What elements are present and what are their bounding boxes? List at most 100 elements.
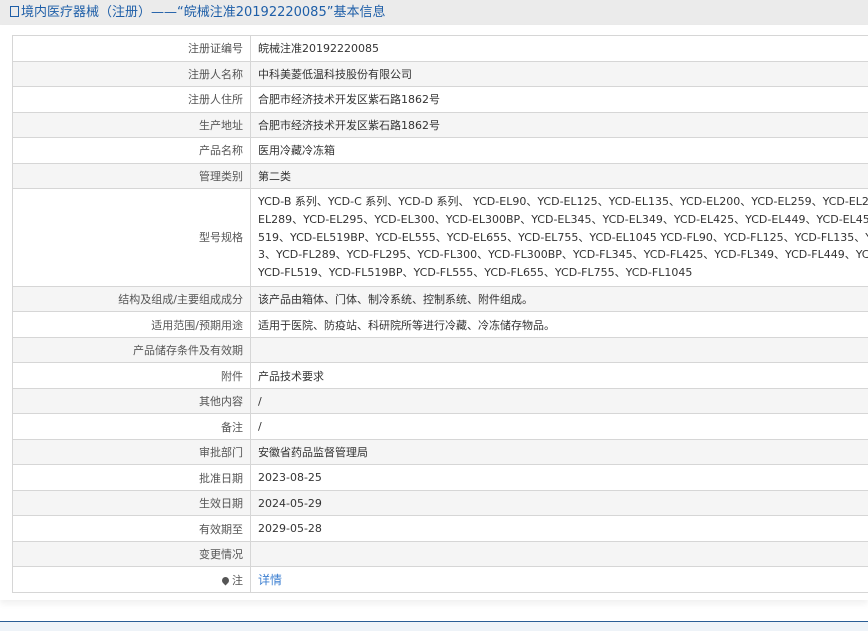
row-label-text: 其他内容 [199,395,243,408]
info-table: 注册证编号皖械注准20192220085注册人名称中科美菱低温科技股份有限公司注… [12,35,868,593]
row-value: YCD-B 系列、YCD-C 系列、YCD-D 系列、 YCD-EL90、YCD… [251,189,868,287]
row-label-text: 管理类别 [199,170,243,183]
row-value [251,541,868,567]
row-label-text: 生效日期 [199,497,243,510]
table-row: 注册人住所 合肥市经济技术开发区紫石路1862号 [13,87,868,113]
table-row: 适用范围/预期用途 适用于医院、防疫站、科研院所等进行冷藏、冷冻储存物品。 [13,312,868,338]
table-row: 备注 / [13,414,868,440]
row-value-text: 该产品由箱体、门体、制冷系统、控制系统、附件组成。 [258,293,533,306]
model-line: YCD-FL519、YCD-FL519BP、YCD-FL555、YCD-FL65… [258,264,868,282]
info-panel: 注册证编号皖械注准20192220085注册人名称中科美菱低温科技股份有限公司注… [0,25,868,600]
row-label-text: 产品名称 [199,144,243,157]
row-label: 型号规格 [13,189,251,287]
table-row: 生效日期 2024-05-29 [13,490,868,516]
table-row: 产品名称 医用冷藏冷冻箱 [13,138,868,164]
row-label-text: 备注 [221,421,243,434]
row-label-text: 注册人名称 [188,68,243,81]
row-label: 产品名称 [13,138,251,164]
row-value: 合肥市经济技术开发区紫石路1862号 [251,112,868,138]
table-row: 型号规格 YCD-B 系列、YCD-C 系列、YCD-D 系列、 YCD-EL90… [13,189,868,287]
row-value-text: 适用于医院、防疫站、科研院所等进行冷藏、冷冻储存物品。 [258,319,555,332]
row-label-text: 批准日期 [199,472,243,485]
model-line: YCD-B 系列、YCD-C 系列、YCD-D 系列、 YCD-EL90、YCD… [258,193,868,211]
row-label-text: 有效期至 [199,523,243,536]
row-value: / [251,414,868,440]
row-label-text: 审批部门 [199,446,243,459]
row-value-text: 2024-05-29 [258,497,322,510]
row-value-text: 合肥市经济技术开发区紫石路1862号 [258,93,440,106]
row-value: 产品技术要求 [251,363,868,389]
table-row: 注册人名称 中科美菱低温科技股份有限公司 [13,61,868,87]
row-value: 适用于医院、防疫站、科研院所等进行冷藏、冷冻储存物品。 [251,312,868,338]
row-label: 适用范围/预期用途 [13,312,251,338]
table-row: 批准日期 2023-08-25 [13,465,868,491]
row-label-text: 产品储存条件及有效期 [133,344,243,357]
row-value: 合肥市经济技术开发区紫石路1862号 [251,87,868,113]
model-line: 519、YCD-EL519BP、YCD-EL555、YCD-EL655、YCD-… [258,229,868,247]
row-label: 注册证编号 [13,36,251,62]
row-label-text: 型号规格 [199,231,243,244]
row-label: 审批部门 [13,439,251,465]
page-header: 境内医疗器械（注册）——“皖械注准20192220085”基本信息 [0,0,868,25]
row-value: 2029-05-28 [251,516,868,542]
row-value: 安徽省药品监督管理局 [251,439,868,465]
row-value: 医用冷藏冷冻箱 [251,138,868,164]
row-label: 注 [13,567,251,593]
table-row: 附件 产品技术要求 [13,363,868,389]
row-label: 结构及组成/主要组成成分 [13,286,251,312]
row-label: 附件 [13,363,251,389]
row-label-text: 注册证编号 [188,42,243,55]
row-label-text: 注册人住所 [188,93,243,106]
row-label: 生效日期 [13,490,251,516]
table-row: 产品储存条件及有效期 [13,337,868,363]
row-label-text: 适用范围/预期用途 [151,319,243,332]
row-value-text: 皖械注准20192220085 [258,42,379,55]
table-row: 变更情况 [13,541,868,567]
table-row: 生产地址 合肥市经济技术开发区紫石路1862号 [13,112,868,138]
row-value-text: 2023-08-25 [258,471,322,484]
row-label-text: 结构及组成/主要组成成分 [118,293,243,306]
row-label-text: 注 [232,574,243,587]
row-value: 皖械注准20192220085 [251,36,868,62]
row-value-text: 安徽省药品监督管理局 [258,446,368,459]
row-label-text: 生产地址 [199,119,243,132]
table-row: 注 详情 [13,567,868,593]
row-value [251,337,868,363]
details-link[interactable]: 详情 [258,573,282,587]
pin-icon [221,575,231,585]
row-value: 第二类 [251,163,868,189]
row-value-text: 中科美菱低温科技股份有限公司 [258,68,412,81]
model-line: EL289、YCD-EL295、YCD-EL300、YCD-EL300BP、YC… [258,211,868,229]
row-label: 其他内容 [13,388,251,414]
row-value: 中科美菱低温科技股份有限公司 [251,61,868,87]
row-label: 管理类别 [13,163,251,189]
row-label: 批准日期 [13,465,251,491]
row-label: 注册人名称 [13,61,251,87]
row-value-text: 合肥市经济技术开发区紫石路1862号 [258,119,440,132]
row-value: / [251,388,868,414]
row-value: 2023-08-25 [251,465,868,491]
table-row: 审批部门 安徽省药品监督管理局 [13,439,868,465]
row-value: 详情 [251,567,868,593]
row-value-text: / [258,395,262,408]
table-row: 其他内容 / [13,388,868,414]
row-label: 产品储存条件及有效期 [13,337,251,363]
row-value: 2024-05-29 [251,490,868,516]
row-label: 有效期至 [13,516,251,542]
table-row: 结构及组成/主要组成成分 该产品由箱体、门体、制冷系统、控制系统、附件组成。 [13,286,868,312]
row-label: 注册人住所 [13,87,251,113]
row-label: 备注 [13,414,251,440]
page-title: 境内医疗器械（注册）——“皖械注准20192220085”基本信息 [21,5,385,20]
row-value-text: 第二类 [258,170,291,183]
row-label-text: 变更情况 [199,548,243,561]
row-value-text: 医用冷藏冷冻箱 [258,144,335,157]
row-label: 变更情况 [13,541,251,567]
row-label-text: 附件 [221,370,243,383]
row-value-text: / [258,420,262,433]
table-row: 管理类别 第二类 [13,163,868,189]
row-value-text: 产品技术要求 [258,370,324,383]
row-value-text: 2029-05-28 [258,522,322,535]
table-row: 有效期至 2029-05-28 [13,516,868,542]
table-row: 注册证编号 皖械注准20192220085 [13,36,868,62]
row-label: 生产地址 [13,112,251,138]
